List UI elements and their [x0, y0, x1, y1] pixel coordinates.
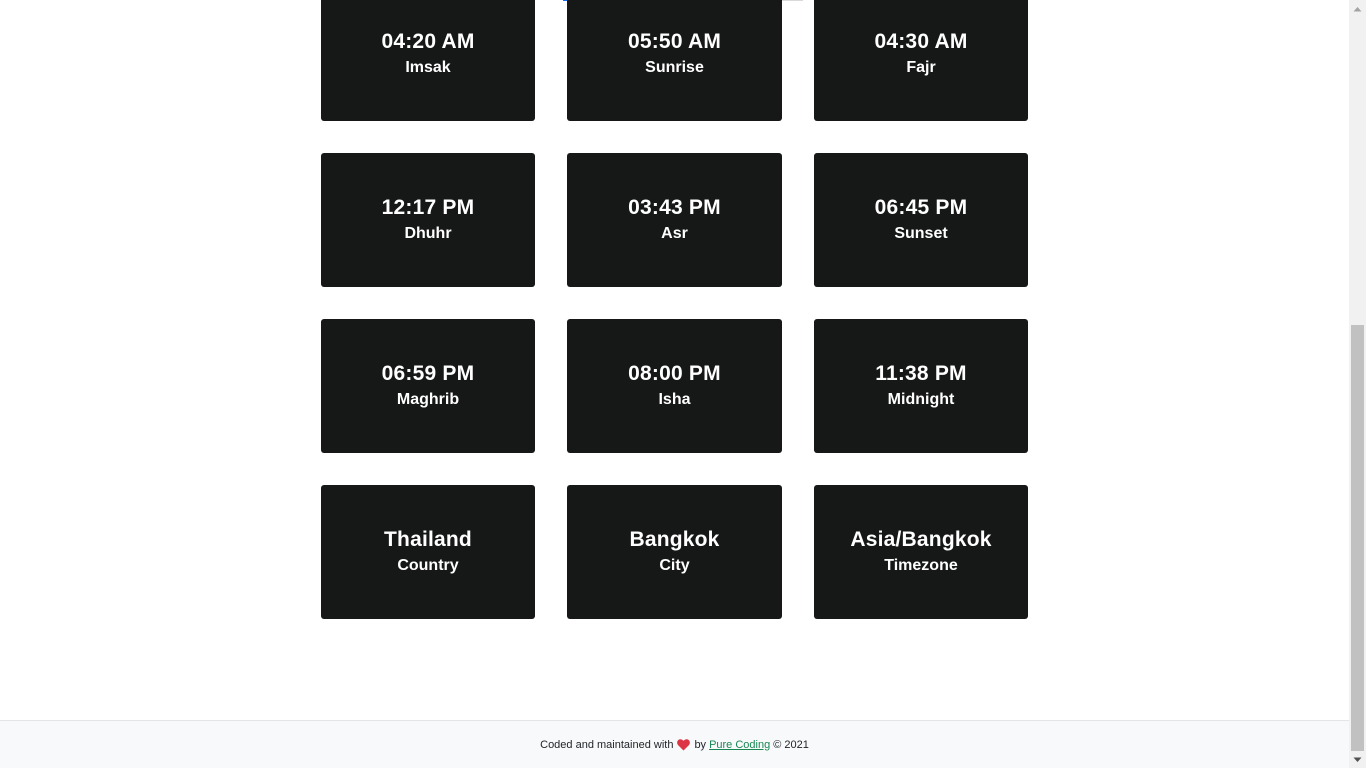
- footer: Coded and maintained with by Pure Coding…: [0, 720, 1349, 768]
- card-label: Midnight: [887, 391, 955, 408]
- card-isha: 08:00 PM Isha: [567, 319, 782, 453]
- card-value: 08:00 PM: [628, 362, 721, 385]
- card-label: Asr: [661, 225, 688, 242]
- card-midnight: 11:38 PM Midnight: [814, 319, 1028, 453]
- heart-icon: [677, 738, 691, 751]
- scrollbar-thumb[interactable]: [1351, 325, 1364, 751]
- card-label: Fajr: [906, 59, 936, 76]
- pure-coding-link[interactable]: Pure Coding: [709, 739, 770, 751]
- card-country: Thailand Country: [321, 485, 535, 619]
- card-value: 04:30 AM: [874, 30, 968, 53]
- scroll-down-arrow-icon[interactable]: [1349, 751, 1366, 768]
- card-dhuhr: 12:17 PM Dhuhr: [321, 153, 535, 287]
- card-fajr: 04:30 AM Fajr: [814, 0, 1028, 121]
- card-value: Asia/Bangkok: [850, 528, 992, 551]
- vertical-scrollbar[interactable]: [1349, 0, 1366, 768]
- card-value: 03:43 PM: [628, 196, 721, 219]
- card-asr: 03:43 PM Asr: [567, 153, 782, 287]
- card-timezone: Asia/Bangkok Timezone: [814, 485, 1028, 619]
- card-label: Country: [397, 557, 459, 574]
- copyright-text: © 2021: [773, 738, 809, 751]
- footer-text: Coded and maintained with: [540, 738, 674, 751]
- card-value: 06:45 PM: [874, 196, 968, 219]
- card-imsak: 04:20 AM Imsak: [321, 0, 535, 121]
- card-maghrib: 06:59 PM Maghrib: [321, 319, 535, 453]
- card-value: 05:50 AM: [627, 30, 722, 53]
- card-label: Timezone: [884, 557, 958, 574]
- prayer-times-grid: 04:20 AM Imsak 05:50 AM Sunrise 04:30 AM…: [321, 0, 1028, 619]
- card-sunset: 06:45 PM Sunset: [814, 153, 1028, 287]
- card-label: Dhuhr: [404, 225, 452, 242]
- card-label: Sunrise: [645, 59, 704, 76]
- card-value: 04:20 AM: [381, 30, 475, 53]
- footer-by-text: by: [694, 738, 707, 751]
- card-value: Bangkok: [629, 528, 720, 551]
- card-value: Thailand: [384, 528, 472, 551]
- card-value: 06:59 PM: [381, 362, 475, 385]
- card-city: Bangkok City: [567, 485, 782, 619]
- card-label: Imsak: [405, 59, 451, 76]
- card-value: 12:17 PM: [381, 196, 475, 219]
- card-label: City: [659, 557, 690, 574]
- card-sunrise: 05:50 AM Sunrise: [567, 0, 782, 121]
- card-label: Maghrib: [396, 391, 460, 408]
- scroll-up-arrow-icon[interactable]: [1349, 0, 1366, 17]
- page-viewport: 04:20 AM Imsak 05:50 AM Sunrise 04:30 AM…: [0, 0, 1349, 768]
- card-label: Isha: [658, 391, 691, 408]
- card-value: 11:38 PM: [875, 362, 967, 385]
- card-label: Sunset: [894, 225, 948, 242]
